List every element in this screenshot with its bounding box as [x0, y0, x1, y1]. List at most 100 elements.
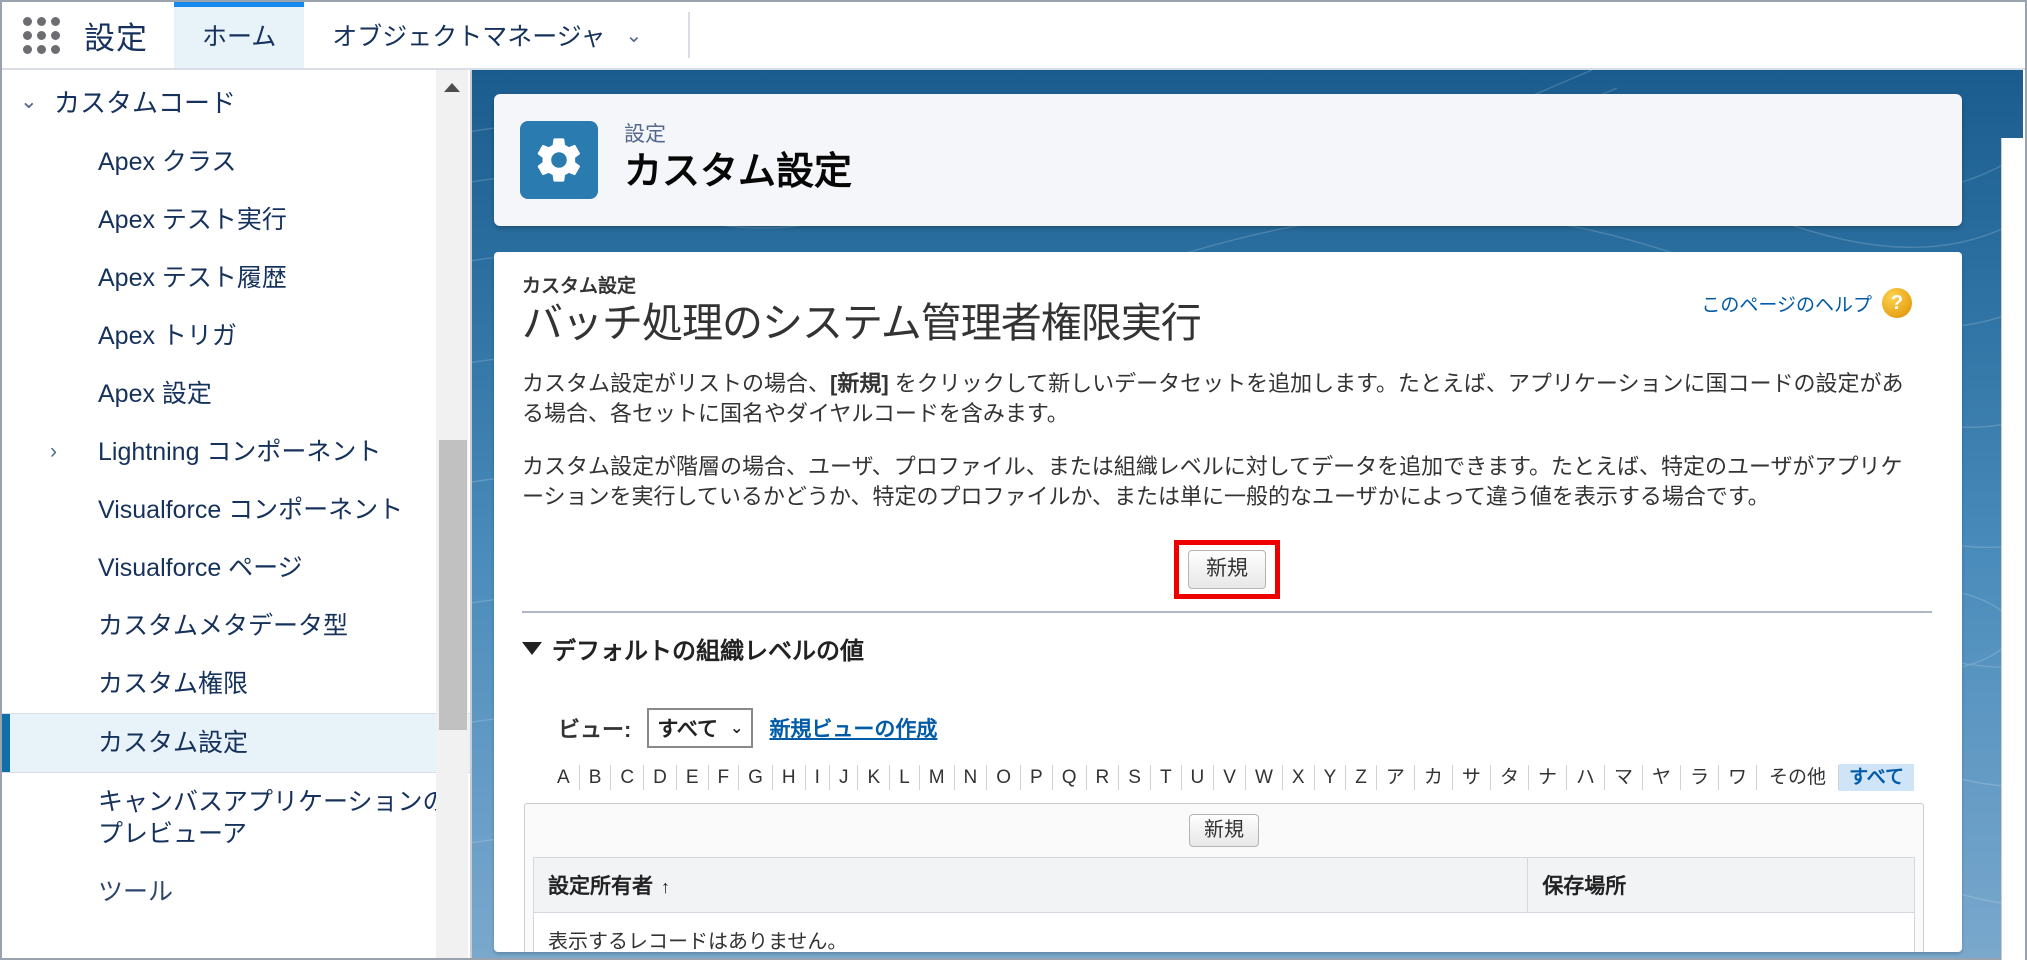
sidebar-item-lightning-components[interactable]: › Lightning コンポーネント	[2, 423, 470, 481]
scroll-up-arrow-icon[interactable]	[436, 70, 468, 104]
sidebar-item-label: Apex クラス	[98, 148, 237, 176]
alpha-filter-item[interactable]: K	[858, 764, 891, 791]
sidebar-group-custom-code[interactable]: ⌄ カスタムコード	[2, 70, 470, 133]
setup-sidebar: ⌄ カスタムコード Apex クラス Apex テスト実行 Apex テスト履歴…	[2, 70, 472, 958]
sidebar-item-label: Apex テスト履歴	[98, 264, 287, 292]
alpha-filter-item[interactable]: N	[955, 764, 988, 791]
sidebar-item-label: Visualforce ページ	[98, 554, 303, 582]
sidebar-item-label: キャンバスアプリケーションのプレビューア	[98, 788, 448, 848]
alpha-filter-item[interactable]: W	[1246, 764, 1283, 791]
alpha-filter-item[interactable]: O	[987, 764, 1022, 791]
main-content-area: 設定 カスタム設定 このページのヘルプ ? カスタム設定 バッチ処理のシステム管…	[472, 70, 2023, 958]
red-highlight-box: 新規	[1174, 540, 1280, 599]
alpha-filter-item[interactable]: S	[1119, 764, 1151, 791]
chevron-down-icon: ⌄	[20, 90, 38, 113]
sidebar-item-apex-triggers[interactable]: Apex トリガ	[2, 307, 470, 365]
create-new-view-link[interactable]: 新規ビューの作成	[769, 713, 937, 743]
alpha-filter-item[interactable]: ラ	[1681, 764, 1720, 791]
alpha-filter-item[interactable]: P	[1021, 764, 1053, 791]
alpha-filter-item[interactable]: C	[611, 764, 645, 791]
alpha-filter-item[interactable]: I	[806, 764, 830, 791]
page-body: ⌄ カスタムコード Apex クラス Apex テスト実行 Apex テスト履歴…	[2, 70, 2025, 960]
alpha-filter-item[interactable]: タ	[1491, 764, 1529, 791]
tab-object-manager[interactable]: オブジェクトマネージャ ⌄	[304, 2, 670, 68]
alpha-filter-all[interactable]: すべて	[1839, 763, 1914, 792]
alpha-filter-item[interactable]: Q	[1053, 764, 1087, 791]
sidebar-item-label: Lightning コンポーネント	[98, 438, 382, 466]
chevron-right-icon[interactable]: ›	[50, 439, 98, 466]
alpha-filter-item[interactable]: U	[1182, 764, 1215, 791]
alpha-filter-item[interactable]: J	[830, 764, 859, 791]
alpha-filter-item[interactable]: D	[644, 764, 677, 791]
view-selector-row: ビュー: すべて ⌄ 新規ビューの作成	[522, 707, 1932, 748]
page-header-card: 設定 カスタム設定	[494, 94, 1962, 226]
alpha-filter-item[interactable]: ア	[1377, 764, 1415, 791]
app-launcher-button[interactable]	[2, 2, 80, 68]
sidebar-scrollbar-thumb[interactable]	[439, 440, 467, 730]
list-new-button[interactable]: 新規	[1189, 814, 1259, 848]
sidebar-item-custom-metadata-types[interactable]: カスタムメタデータ型	[2, 597, 470, 655]
empty-state-message: 表示するレコードはありません。	[533, 912, 1915, 952]
sidebar-item-apex-settings[interactable]: Apex 設定	[2, 365, 470, 423]
sidebar-item-apex-test-execution[interactable]: Apex テスト実行	[2, 191, 470, 249]
alpha-filter-item[interactable]: L	[890, 764, 920, 791]
alpha-filter-item[interactable]: ハ	[1567, 764, 1605, 791]
sidebar-item-canvas-app-previewer[interactable]: キャンバスアプリケーションのプレビューア	[2, 773, 470, 863]
alpha-filter-item[interactable]: サ	[1453, 764, 1491, 791]
alpha-filter-item[interactable]: Y	[1315, 764, 1347, 791]
gear-icon	[520, 121, 598, 199]
content-card: このページのヘルプ ? カスタム設定 バッチ処理のシステム管理者権限実行 カスタ…	[494, 252, 1962, 952]
alpha-filter-item[interactable]: ヤ	[1643, 764, 1682, 791]
alpha-filter-item[interactable]: ワ	[1719, 764, 1758, 791]
new-button-row: 新規	[522, 540, 1932, 599]
column-header-setup-owner[interactable]: 設定所有者 ↑	[532, 857, 1529, 914]
alpha-filter-item[interactable]: M	[920, 764, 955, 791]
alpha-filter-item[interactable]: A	[548, 764, 580, 791]
new-button[interactable]: 新規	[1188, 550, 1266, 589]
sidebar-item-tools[interactable]: ツール	[2, 863, 470, 921]
alpha-filter-item[interactable]: マ	[1605, 764, 1643, 791]
alpha-filter-other[interactable]: その他	[1757, 764, 1840, 791]
app-launcher-grid-icon	[22, 16, 60, 54]
alpha-filter-item[interactable]: Z	[1346, 764, 1377, 791]
page-help-link[interactable]: このページのヘルプ ?	[1701, 288, 1912, 318]
chevron-down-icon[interactable]: ⌄	[626, 23, 643, 48]
table-body: 表示するレコードはありません。	[533, 912, 1915, 952]
sidebar-item-apex-test-history[interactable]: Apex テスト履歴	[2, 249, 470, 307]
table-row: 表示するレコードはありません。	[533, 912, 1915, 952]
alpha-filter-item[interactable]: ナ	[1529, 764, 1567, 791]
alpha-filter-item[interactable]: X	[1283, 764, 1315, 791]
sidebar-item-visualforce-pages[interactable]: Visualforce ページ	[2, 539, 470, 597]
salesforce-setup-window: 設定 ホーム オブジェクトマネージャ ⌄ ⌄ カスタムコード Apex クラス	[0, 0, 2027, 960]
sidebar-item-visualforce-components[interactable]: Visualforce コンポーネント	[2, 481, 470, 539]
default-org-level-section-header[interactable]: デフォルトの組織レベルの値	[522, 631, 1932, 666]
sidebar-item-label: カスタムメタデータ型	[98, 612, 349, 640]
sidebar-item-apex-classes[interactable]: Apex クラス	[2, 133, 470, 191]
paragraph-1-bold: [新規]	[830, 370, 889, 396]
records-table: 設定所有者 ↑ 保存場所 表示するレコードはありません。	[532, 857, 1915, 952]
alpha-filter-item[interactable]: T	[1151, 764, 1182, 791]
alpha-filter-item[interactable]: V	[1214, 764, 1246, 791]
alpha-filter-item[interactable]: カ	[1415, 764, 1453, 791]
column-label: 保存場所	[1542, 875, 1627, 899]
global-header: 設定 ホーム オブジェクトマネージャ ⌄	[2, 2, 2025, 70]
table-head: 設定所有者 ↑ 保存場所	[532, 857, 1915, 914]
page-header-text: 設定 カスタム設定	[624, 122, 852, 198]
alpha-filter-item[interactable]: R	[1087, 764, 1120, 791]
sidebar-item-custom-settings[interactable]: カスタム設定	[2, 713, 470, 773]
tab-object-manager-label: オブジェクトマネージャ	[332, 23, 606, 51]
view-select[interactable]: すべて ⌄	[647, 707, 754, 748]
alpha-filter-item[interactable]: H	[773, 764, 806, 791]
alpha-filter: A B C D E F G H I J K L M N O P Q R S T …	[522, 763, 1932, 792]
sidebar-item-custom-permissions[interactable]: カスタム権限	[2, 655, 470, 713]
sidebar-item-label: Apex 設定	[98, 380, 212, 408]
help-question-icon[interactable]: ?	[1882, 288, 1912, 318]
window-scrollbar[interactable]	[2001, 138, 2025, 960]
alpha-filter-item[interactable]: B	[580, 764, 612, 791]
view-label: ビュー:	[558, 716, 632, 742]
column-header-location[interactable]: 保存場所	[1527, 857, 1915, 914]
tab-home[interactable]: ホーム	[174, 2, 305, 68]
alpha-filter-item[interactable]: G	[739, 764, 773, 791]
alpha-filter-item[interactable]: E	[677, 764, 709, 791]
alpha-filter-item[interactable]: F	[709, 764, 740, 791]
